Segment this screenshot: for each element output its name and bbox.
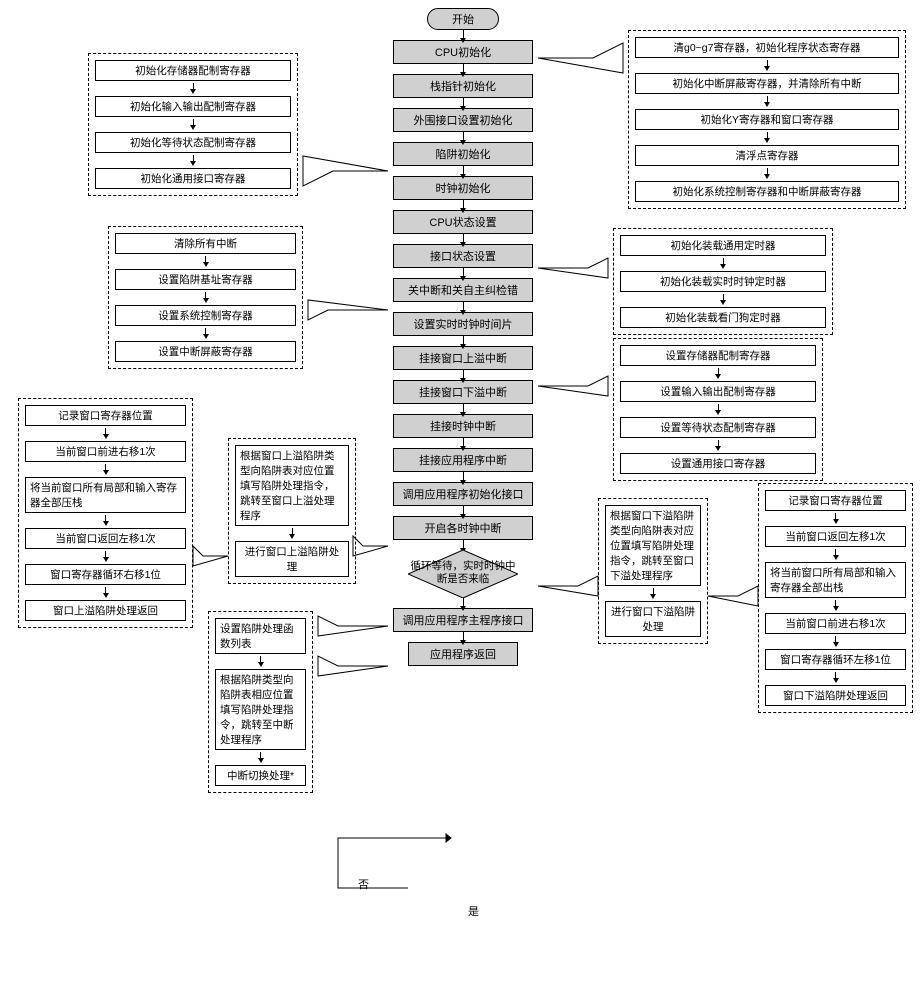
- detail-item: 初始化通用接口寄存器: [95, 168, 291, 189]
- detail-item: 设置等待状态配制寄存器: [620, 417, 816, 438]
- node-enable-clocks: 开启各时钟中断: [393, 516, 533, 540]
- detail-item: 进行窗口下溢陷阱处理: [605, 601, 701, 637]
- group-clock-init: 初始化装载通用定时器 初始化装载实时时钟定时器 初始化装载看门狗定时器: [613, 228, 833, 335]
- node-periph-init: 外围接口设置初始化: [393, 108, 533, 132]
- detail-item: 清浮点寄存器: [635, 145, 899, 166]
- detail-item: 当前窗口前进右移1次: [765, 613, 906, 634]
- detail-item: 将当前窗口所有局部和输入寄存器全部出栈: [765, 562, 906, 598]
- node-label: CPU初始化: [435, 47, 491, 59]
- decision-yes-label: 是: [468, 903, 479, 919]
- start-label: 开始: [452, 14, 474, 26]
- group-clock-interrupt: 设置陷阱处理函数列表 根据陷阱类型向陷阱表相应位置填写陷阱处理指令，跳转至中断处…: [208, 611, 313, 793]
- node-label: CPU状态设置: [429, 217, 496, 229]
- node-cpu-init: CPU初始化: [393, 40, 533, 64]
- detail-item: 根据窗口上溢陷阱类型向陷阱表对应位置填写陷阱处理指令，跳转至窗口上溢处理程序: [235, 445, 349, 526]
- node-label: 挂接时钟中断: [430, 421, 496, 433]
- detail-item: 当前窗口返回左移1次: [765, 526, 906, 547]
- detail-item: 窗口寄存器循环左移1位: [765, 649, 906, 670]
- detail-item: 窗口下溢陷阱处理返回: [765, 685, 906, 706]
- detail-item: 初始化装载实时时钟定时器: [620, 271, 826, 292]
- node-label: 应用程序返回: [430, 649, 496, 661]
- node-clock-init: 时钟初始化: [393, 176, 533, 200]
- group-if-state: 设置存储器配制寄存器 设置输入输出配制寄存器 设置等待状态配制寄存器 设置通用接…: [613, 338, 823, 481]
- detail-item: 记录窗口寄存器位置: [25, 405, 186, 426]
- decision-label: 循环等待，实时时钟中断是否来临: [408, 560, 518, 585]
- detail-item: 初始化等待状态配制寄存器: [95, 132, 291, 153]
- detail-item: 将当前窗口所有局部和输入寄存器全部压栈: [25, 477, 186, 513]
- detail-item: 清g0~g7寄存器，初始化程序状态寄存器: [635, 37, 899, 58]
- node-label: 关中断和关自主纠检错: [408, 285, 518, 297]
- node-label: 外围接口设置初始化: [414, 115, 513, 127]
- group-win-overflow-detail: 记录窗口寄存器位置 当前窗口前进右移1次 将当前窗口所有局部和输入寄存器全部压栈…: [18, 398, 193, 628]
- decision-no-label: 否: [358, 876, 369, 892]
- node-label: 挂接窗口下溢中断: [419, 387, 507, 399]
- detail-item: 设置输入输出配制寄存器: [620, 381, 816, 402]
- detail-item: 中断切换处理*: [215, 765, 306, 786]
- detail-item: 当前窗口前进右移1次: [25, 441, 186, 462]
- flowchart-canvas: 开始 CPU初始化 栈指针初始化 外围接口设置初始化 陷阱初始化 时钟初始化 C…: [8, 8, 914, 992]
- node-label: 开启各时钟中断: [425, 523, 502, 535]
- node-set-rtc-slice: 设置实时时钟时间片: [393, 312, 533, 336]
- group-periph-init: 初始化存储器配制寄存器 初始化输入输出配制寄存器 初始化等待状态配制寄存器 初始…: [88, 53, 298, 196]
- node-trap-init: 陷阱初始化: [393, 142, 533, 166]
- node-call-app-init-if: 调用应用程序初始化接口: [393, 482, 533, 506]
- detail-item: 初始化输入输出配制寄存器: [95, 96, 291, 117]
- detail-item: 初始化装载看门狗定时器: [620, 307, 826, 328]
- node-label: 挂接窗口上溢中断: [419, 353, 507, 365]
- detail-item: 设置系统控制寄存器: [115, 305, 296, 326]
- detail-item: 设置陷阱处理函数列表: [215, 618, 306, 654]
- node-if-state: 接口状态设置: [393, 244, 533, 268]
- detail-item: 进行窗口上溢陷阱处理: [235, 541, 349, 577]
- node-call-app-main-if: 调用应用程序主程序接口: [393, 608, 533, 632]
- node-cpu-state: CPU状态设置: [393, 210, 533, 234]
- main-flow-column: 开始 CPU初始化 栈指针初始化 外围接口设置初始化 陷阱初始化 时钟初始化 C…: [388, 8, 538, 666]
- detail-item: 窗口寄存器循环右移1位: [25, 564, 186, 585]
- group-win-overflow-hook: 根据窗口上溢陷阱类型向陷阱表对应位置填写陷阱处理指令，跳转至窗口上溢处理程序 进…: [228, 438, 356, 584]
- detail-item: 设置通用接口寄存器: [620, 453, 816, 474]
- node-app-return: 应用程序返回: [408, 642, 518, 666]
- detail-item: 设置中断屏蔽寄存器: [115, 341, 296, 362]
- node-hook-win-overflow: 挂接窗口上溢中断: [393, 346, 533, 370]
- node-disable-int: 关中断和关自主纠检错: [393, 278, 533, 302]
- detail-item: 清除所有中断: [115, 233, 296, 254]
- node-label: 时钟初始化: [436, 183, 491, 195]
- group-win-underflow-hook: 根据窗口下溢陷阱类型向陷阱表对应位置填写陷阱处理指令，跳转至窗口下溢处理程序 进…: [598, 498, 708, 644]
- detail-item: 初始化中断屏蔽寄存器，并清除所有中断: [635, 73, 899, 94]
- start-node: 开始: [427, 8, 499, 30]
- detail-item: 根据陷阱类型向陷阱表相应位置填写陷阱处理指令，跳转至中断处理程序: [215, 669, 306, 750]
- node-hook-app-int: 挂接应用程序中断: [393, 448, 533, 472]
- node-label: 接口状态设置: [430, 251, 496, 263]
- detail-item: 初始化Y寄存器和窗口寄存器: [635, 109, 899, 130]
- detail-item: 设置存储器配制寄存器: [620, 345, 816, 366]
- group-cpu-state: 清除所有中断 设置陷阱基址寄存器 设置系统控制寄存器 设置中断屏蔽寄存器: [108, 226, 303, 369]
- node-hook-win-underflow: 挂接窗口下溢中断: [393, 380, 533, 404]
- node-label: 设置实时时钟时间片: [414, 319, 513, 331]
- detail-item: 初始化装载通用定时器: [620, 235, 826, 256]
- detail-item: 初始化系统控制寄存器和中断屏蔽寄存器: [635, 181, 899, 202]
- detail-item: 初始化存储器配制寄存器: [95, 60, 291, 81]
- node-label: 陷阱初始化: [436, 149, 491, 161]
- detail-item: 窗口上溢陷阱处理返回: [25, 600, 186, 621]
- node-label: 栈指针初始化: [430, 81, 496, 93]
- detail-item: 根据窗口下溢陷阱类型向陷阱表对应位置填写陷阱处理指令，跳转至窗口下溢处理程序: [605, 505, 701, 586]
- node-label: 调用应用程序主程序接口: [403, 615, 524, 627]
- node-hook-clock-int: 挂接时钟中断: [393, 414, 533, 438]
- decision-rtc: 循环等待，实时时钟中断是否来临: [408, 550, 518, 598]
- detail-item: 设置陷阱基址寄存器: [115, 269, 296, 290]
- detail-item: 记录窗口寄存器位置: [765, 490, 906, 511]
- node-label: 调用应用程序初始化接口: [403, 489, 524, 501]
- node-stack-ptr-init: 栈指针初始化: [393, 74, 533, 98]
- group-win-underflow-detail: 记录窗口寄存器位置 当前窗口返回左移1次 将当前窗口所有局部和输入寄存器全部出栈…: [758, 483, 913, 713]
- detail-item: 当前窗口返回左移1次: [25, 528, 186, 549]
- node-label: 挂接应用程序中断: [419, 455, 507, 467]
- group-cpu-init: 清g0~g7寄存器，初始化程序状态寄存器 初始化中断屏蔽寄存器，并清除所有中断 …: [628, 30, 906, 209]
